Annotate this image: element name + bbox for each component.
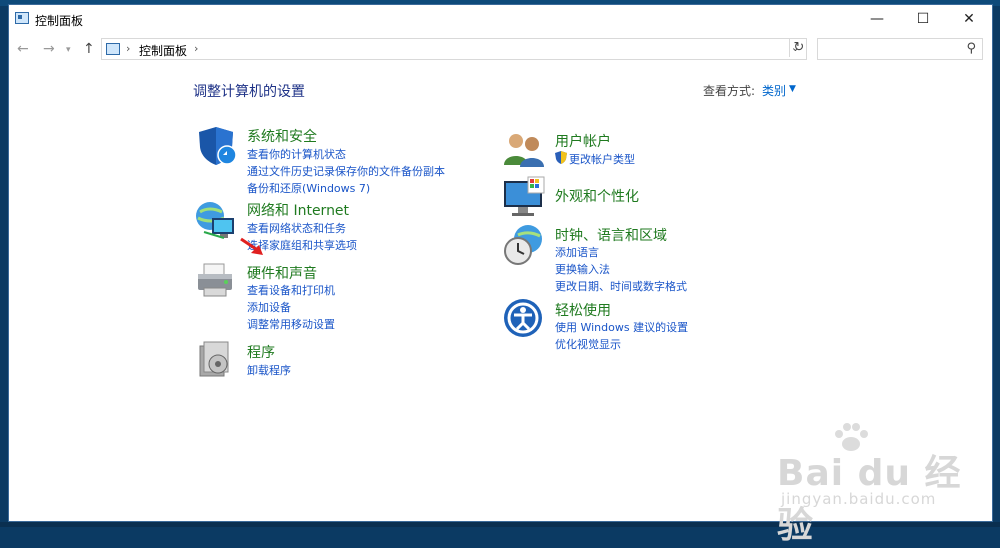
breadcrumb-separator[interactable]: › <box>126 42 130 55</box>
chevron-down-icon[interactable]: ▼ <box>789 84 796 94</box>
close-button[interactable]: ✕ <box>946 5 992 33</box>
control-panel-icon <box>15 12 29 24</box>
category-title[interactable]: 用户帐户 <box>555 131 611 151</box>
annotation-arrow-icon <box>240 237 263 255</box>
watermark-site: jingyan.baidu.com <box>781 490 937 508</box>
breadcrumb-separator[interactable]: › <box>194 42 198 55</box>
control-panel-window: 控制面板 — ☐ ✕ ← → ▾ ↑ › 控制面板 › ⌄ ↻ ⚲ 调整计算机的… <box>8 4 993 546</box>
ease-of-access-icon[interactable] <box>502 297 546 341</box>
users-icon[interactable] <box>502 127 546 171</box>
category-link[interactable]: 卸载程序 <box>247 362 291 378</box>
category-link[interactable]: 查看设备和打印机 <box>247 282 335 298</box>
view-by-label: 查看方式: <box>703 84 756 98</box>
category-link[interactable]: 备份和还原(Windows 7) <box>247 180 370 196</box>
forward-arrow-icon[interactable]: → <box>43 41 55 57</box>
recent-locations-chevron-icon[interactable]: ▾ <box>66 45 71 55</box>
control-panel-icon <box>106 43 120 55</box>
category-link[interactable]: 调整常用移动设置 <box>247 316 335 332</box>
address-row: ← → ▾ ↑ › 控制面板 › ⌄ ↻ ⚲ <box>9 37 992 63</box>
category-link[interactable]: 添加设备 <box>247 299 291 315</box>
category-link[interactable]: 使用 Windows 建议的设置 <box>555 319 688 335</box>
category-title[interactable]: 系统和安全 <box>247 126 317 146</box>
programs-icon[interactable] <box>194 338 238 382</box>
shield-icon[interactable] <box>194 123 238 167</box>
address-bar[interactable]: › 控制面板 › ⌄ <box>101 38 807 60</box>
category-link[interactable]: 通过文件历史记录保存你的文件备份副本 <box>247 163 445 179</box>
page-title: 调整计算机的设置 <box>193 84 305 100</box>
breadcrumb-control-panel[interactable]: 控制面板 <box>139 42 187 59</box>
globe-network-icon[interactable] <box>194 198 238 242</box>
category-link[interactable]: 查看网络状态和任务 <box>247 220 346 236</box>
category-title[interactable]: 程序 <box>247 342 275 362</box>
category-title[interactable]: 网络和 Internet <box>247 200 349 220</box>
title-bar[interactable]: 控制面板 — ☐ ✕ <box>9 5 992 33</box>
view-by-dropdown[interactable]: 类别 <box>762 82 786 99</box>
search-input[interactable]: ⚲ <box>817 38 983 60</box>
category-link[interactable]: 优化视觉显示 <box>555 336 621 352</box>
uac-shield-icon <box>555 151 567 164</box>
category-title[interactable]: 硬件和声音 <box>247 263 317 283</box>
maximize-button[interactable]: ☐ <box>900 5 946 33</box>
category-title[interactable]: 时钟、语言和区域 <box>555 225 667 245</box>
category-link[interactable]: 更改日期、时间或数字格式 <box>555 278 687 294</box>
search-icon[interactable]: ⚲ <box>966 41 976 56</box>
category-title[interactable]: 外观和个性化 <box>555 186 639 206</box>
category-link[interactable]: 添加语言 <box>555 244 599 260</box>
category-title[interactable]: 轻松使用 <box>555 300 611 320</box>
display-icon[interactable] <box>502 175 546 219</box>
back-arrow-icon[interactable]: ← <box>17 41 29 57</box>
clock-globe-icon[interactable] <box>502 223 546 267</box>
refresh-icon[interactable]: ↻ <box>789 39 808 57</box>
minimize-button[interactable]: — <box>854 5 900 33</box>
watermark: Bai du 经验 jingyan.baidu.com <box>769 422 979 546</box>
category-link[interactable]: 更改帐户类型 <box>569 151 635 167</box>
category-link[interactable]: 查看你的计算机状态 <box>247 146 346 162</box>
up-arrow-icon[interactable]: ↑ <box>83 41 95 57</box>
category-link[interactable]: 更换输入法 <box>555 261 610 277</box>
window-title: 控制面板 <box>35 14 84 28</box>
printer-icon[interactable] <box>194 258 238 302</box>
